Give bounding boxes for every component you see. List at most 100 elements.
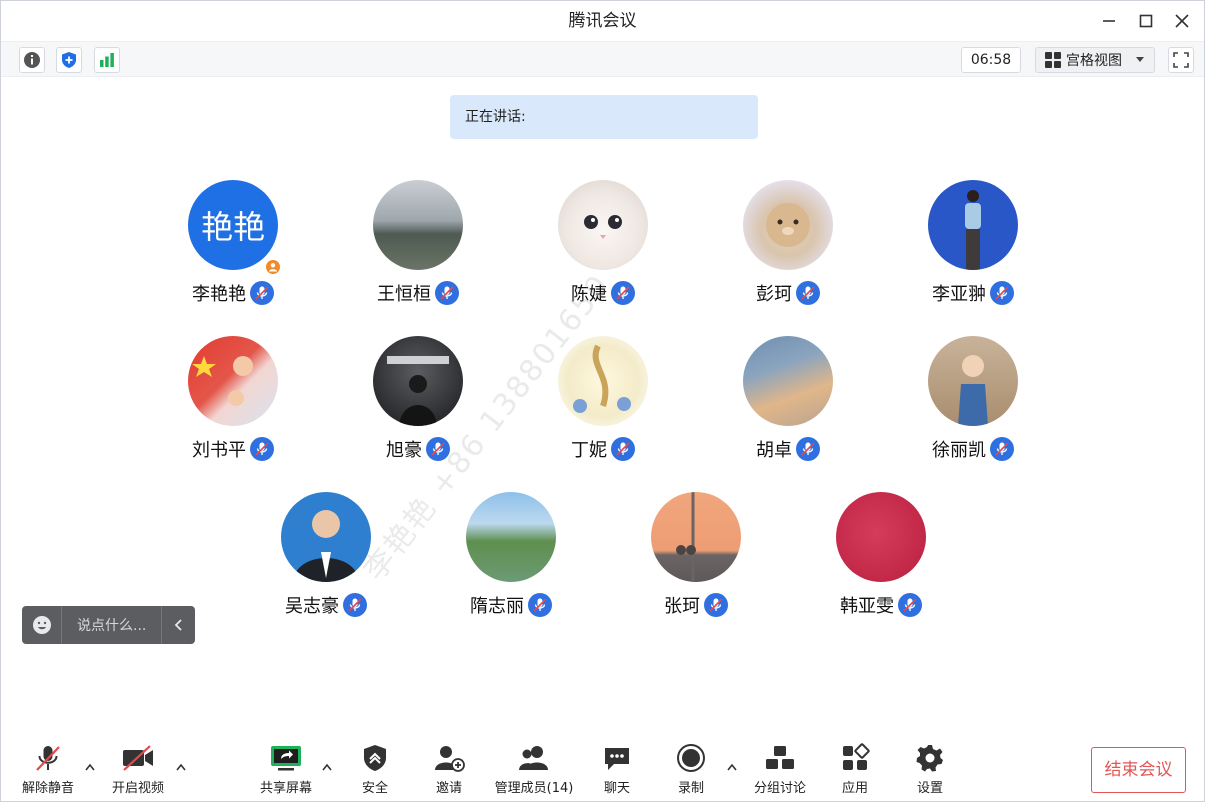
avatar: [558, 336, 648, 426]
share-options-chevron-up-icon[interactable]: [319, 759, 335, 775]
participant-name-row: 张珂: [611, 592, 781, 618]
participant-name-row: 韩亚雯: [796, 592, 966, 618]
participant-tile[interactable]: 丁妮: [518, 336, 688, 476]
fullscreen-button[interactable]: [1168, 47, 1194, 73]
mic-muted-icon[interactable]: [796, 437, 820, 461]
mic-muted-icon[interactable]: [250, 281, 274, 305]
participant-name-row: 吴志豪: [241, 592, 411, 618]
invite-button[interactable]: 邀请: [425, 741, 473, 799]
participant-name-row: 陈婕: [518, 280, 688, 306]
participant-name: 李艳艳: [192, 284, 246, 305]
participant-name-row: 胡卓: [703, 436, 873, 462]
avatar-initials: 艳艳: [200, 208, 265, 246]
avatar: [928, 336, 1018, 426]
info-icon: [24, 52, 40, 68]
mic-muted-icon[interactable]: [704, 593, 728, 617]
security-button[interactable]: 安全: [351, 741, 399, 799]
participant-name: 张珂: [664, 596, 700, 617]
participant-tile[interactable]: 徐丽凯: [888, 336, 1058, 476]
record-icon: [676, 741, 706, 775]
mic-muted-icon[interactable]: [990, 281, 1014, 305]
chat-label: 聊天: [603, 781, 630, 796]
mic-muted-icon[interactable]: [528, 593, 552, 617]
mic-muted-icon[interactable]: [796, 281, 820, 305]
mic-muted-icon[interactable]: [250, 437, 274, 461]
poster-avatar-image: [387, 356, 449, 426]
record-button[interactable]: 录制: [667, 741, 715, 799]
participant-tile[interactable]: 胡卓: [703, 336, 873, 476]
close-button[interactable]: [1169, 9, 1195, 33]
avatar: [558, 180, 648, 270]
chevron-left-icon[interactable]: [161, 606, 195, 644]
mic-muted-icon[interactable]: [898, 593, 922, 617]
mic-muted-icon[interactable]: [990, 437, 1014, 461]
participant-tile[interactable]: 韩亚雯: [796, 492, 966, 632]
participant-tile[interactable]: 陈婕: [518, 180, 688, 320]
record-options-chevron-up-icon[interactable]: [724, 759, 740, 775]
manage-members-button[interactable]: 管理成员(14): [491, 741, 577, 799]
participant-tile[interactable]: 李亚翀: [888, 180, 1058, 320]
settings-button[interactable]: 设置: [906, 741, 954, 799]
start-video-button[interactable]: 开启视频: [109, 741, 167, 799]
avatar: [743, 336, 833, 426]
participant-name: 陈婕: [571, 284, 607, 305]
chat-bubble-icon: [602, 741, 632, 775]
cats-silhouette-avatar-image: [676, 492, 696, 582]
avatar: [836, 492, 926, 582]
mic-muted-icon[interactable]: [426, 437, 450, 461]
host-badge-icon: [264, 258, 282, 276]
emoji-icon[interactable]: [22, 606, 62, 644]
invite-user-icon: [433, 741, 465, 775]
bottom-control-bar: 解除静音 开启视频 共享屏幕 安全 邀请 管理成员(14) 聊天 录制 分组讨论…: [1, 735, 1204, 801]
top-toolbar: 06:58 宫格视图: [1, 41, 1204, 77]
mic-muted-icon[interactable]: [611, 437, 635, 461]
avatar: [466, 492, 556, 582]
avatar: [373, 336, 463, 426]
participant-tile[interactable]: 艳艳 李艳艳: [148, 180, 318, 320]
share-screen-button[interactable]: 共享屏幕: [256, 741, 316, 799]
breakout-rooms-label: 分组讨论: [753, 781, 806, 796]
shield-icon: [361, 741, 389, 775]
person-avatar-image: [965, 190, 981, 270]
invite-label: 邀请: [435, 781, 462, 796]
mic-off-icon: [33, 741, 63, 775]
mic-muted-icon[interactable]: [611, 281, 635, 305]
security-shield-button[interactable]: [56, 47, 82, 73]
apps-button[interactable]: 应用: [831, 741, 879, 799]
meeting-info-button[interactable]: [19, 47, 45, 73]
participant-tile[interactable]: 彭珂: [703, 180, 873, 320]
audio-options-chevron-up-icon[interactable]: [82, 759, 98, 775]
participant-name-row: 旭豪: [333, 436, 503, 462]
share-screen-icon: [270, 741, 302, 775]
participant-name-row: 李艳艳: [148, 280, 318, 306]
participant-name: 王恒桓: [377, 284, 431, 305]
participant-tile[interactable]: 旭豪: [333, 336, 503, 476]
participant-tile[interactable]: 吴志豪: [241, 492, 411, 632]
minimize-button[interactable]: [1096, 9, 1122, 33]
view-mode-dropdown[interactable]: 宫格视图: [1035, 47, 1155, 73]
quick-chat-placeholder[interactable]: 说点什么...: [62, 615, 161, 635]
view-mode-label: 宫格视图: [1066, 53, 1122, 69]
end-meeting-button[interactable]: 结束会议: [1091, 747, 1186, 793]
quick-chat-box[interactable]: 说点什么...: [22, 606, 195, 644]
fullscreen-icon: [1173, 52, 1189, 68]
participant-name-row: 彭珂: [703, 280, 873, 306]
participant-tile[interactable]: 隋志丽: [426, 492, 596, 632]
chat-button[interactable]: 聊天: [593, 741, 641, 799]
participant-name: 韩亚雯: [840, 596, 894, 617]
participant-tile[interactable]: 王恒桓: [333, 180, 503, 320]
close-icon: [1175, 14, 1189, 28]
mic-muted-icon[interactable]: [343, 593, 367, 617]
participant-tile[interactable]: 张珂: [611, 492, 781, 632]
network-status-button[interactable]: [94, 47, 120, 73]
breakout-rooms-button[interactable]: 分组讨论: [751, 741, 809, 799]
video-options-chevron-up-icon[interactable]: [173, 759, 189, 775]
unmute-button[interactable]: 解除静音: [19, 741, 77, 799]
grid-view-icon: [1045, 52, 1061, 68]
participant-tile[interactable]: 刘书平: [148, 336, 318, 476]
mic-muted-icon[interactable]: [435, 281, 459, 305]
participant-name-row: 王恒桓: [333, 280, 503, 306]
video-off-icon: [121, 741, 155, 775]
maximize-button[interactable]: [1133, 9, 1159, 33]
share-screen-label: 共享屏幕: [259, 781, 312, 796]
